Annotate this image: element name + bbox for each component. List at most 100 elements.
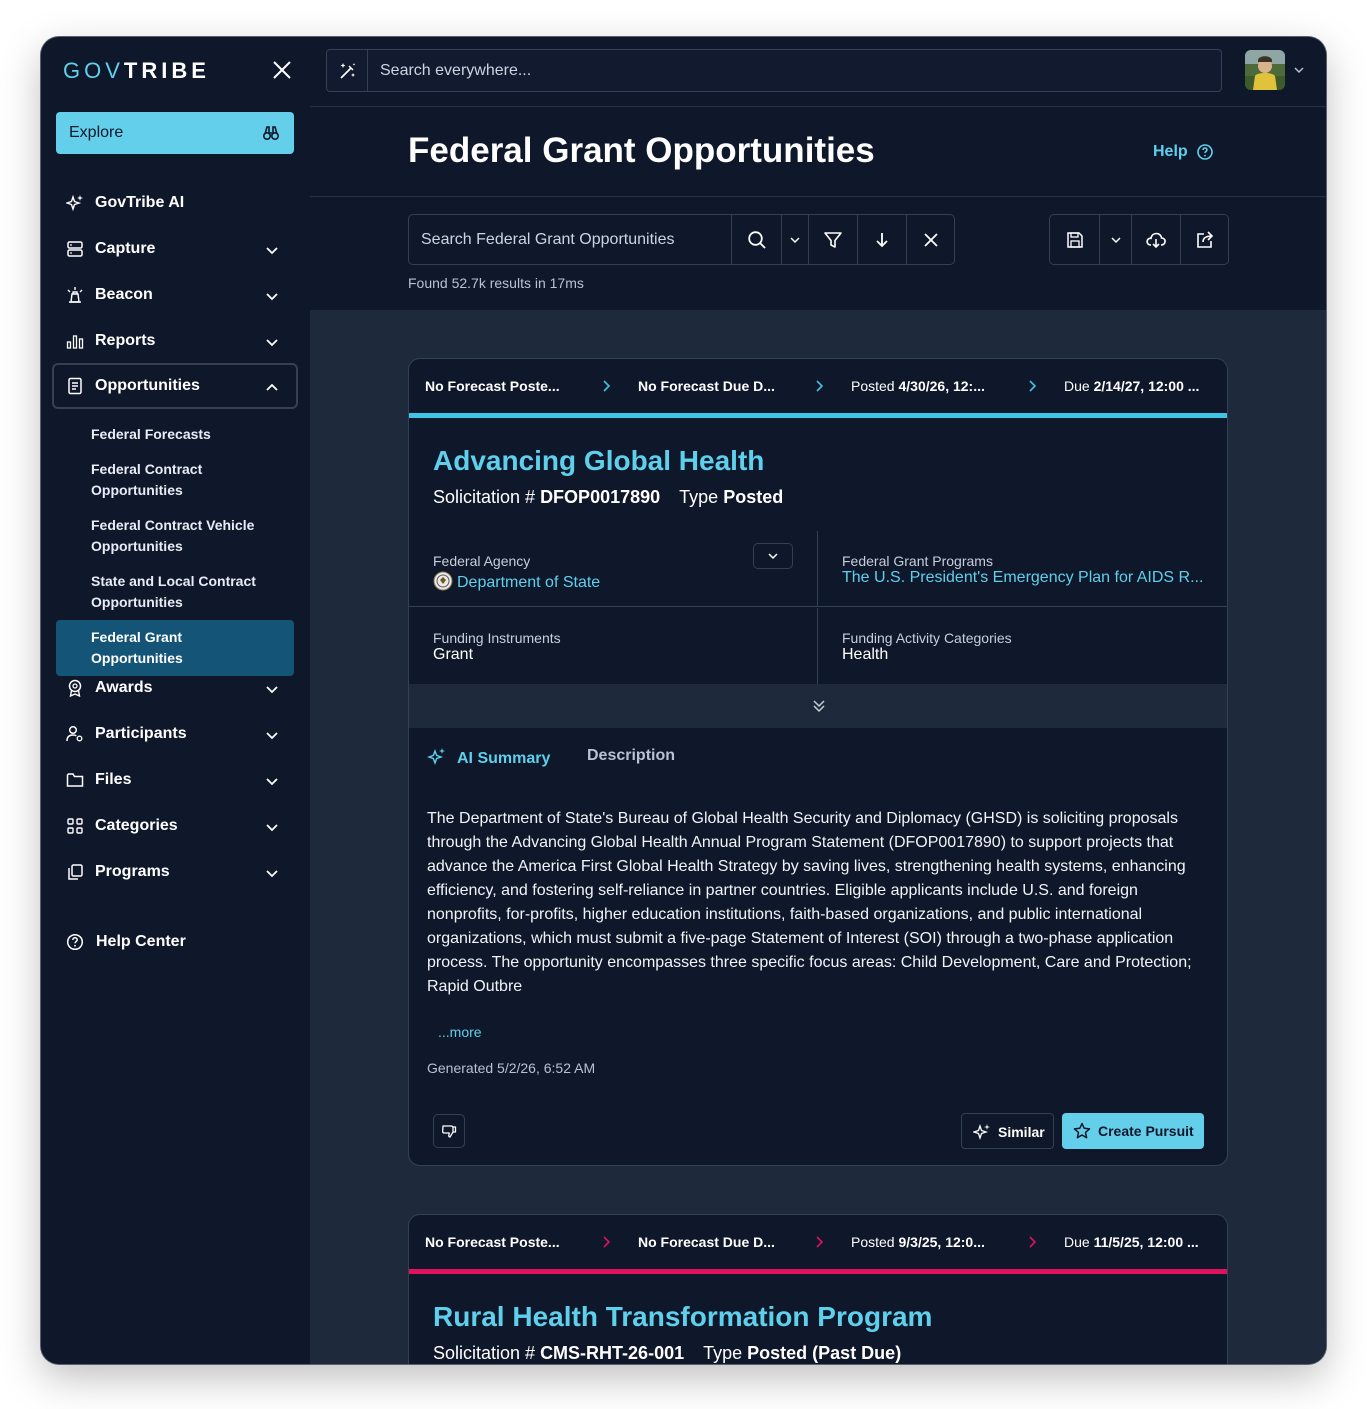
save-options-dropdown[interactable] bbox=[1099, 215, 1131, 264]
explore-label: Explore bbox=[69, 124, 124, 141]
nav-label: Files bbox=[95, 771, 132, 788]
chevron-right-icon bbox=[1029, 1236, 1037, 1248]
federal-agency-cell: Federal Agency Department of State bbox=[409, 531, 818, 607]
nav-label: Help Center bbox=[96, 933, 186, 950]
ai-summary-text: The Department of State's Bureau of Glob… bbox=[427, 810, 1192, 995]
nav-label: Capture bbox=[95, 240, 156, 257]
account-menu-chevron-icon[interactable] bbox=[1293, 64, 1305, 76]
nav-label: Categories bbox=[95, 817, 178, 834]
timeline-step-due: Due 2/14/27, 12:00 ... bbox=[1064, 378, 1200, 394]
field-value: Grant bbox=[433, 646, 474, 663]
nav-help-center[interactable]: Help Center bbox=[52, 919, 298, 965]
chevron-down-icon bbox=[266, 686, 278, 694]
chevron-right-icon bbox=[603, 380, 611, 392]
help-link[interactable]: Help bbox=[1153, 143, 1213, 161]
results-count: Found 52.7k results in 17ms bbox=[408, 275, 584, 291]
help-label: Help bbox=[1153, 143, 1188, 160]
create-pursuit-button[interactable]: Create Pursuit bbox=[1062, 1113, 1204, 1149]
agency-link[interactable]: Department of State bbox=[433, 571, 600, 592]
copy-icon bbox=[68, 864, 83, 880]
nav-categories[interactable]: Categories bbox=[52, 803, 298, 849]
similar-button[interactable]: Similar bbox=[961, 1113, 1054, 1149]
search-button[interactable] bbox=[731, 215, 781, 264]
type-value: Posted (Past Due) bbox=[747, 1343, 902, 1363]
nav-files[interactable]: Files bbox=[52, 757, 298, 803]
field-label: Federal Grant Programs bbox=[842, 553, 993, 569]
type-value: Posted bbox=[723, 487, 784, 507]
sparkles-icon bbox=[426, 748, 445, 766]
govtribe-logo[interactable]: GOVTRIBE bbox=[63, 58, 210, 84]
subnav-federal-contract-vehicle-opportunities[interactable]: Federal Contract Vehicle Opportunities bbox=[91, 515, 291, 557]
chevron-down-icon bbox=[768, 553, 778, 560]
funding-categories-cell: Funding Activity Categories Health bbox=[818, 608, 1227, 684]
award-icon bbox=[68, 679, 82, 697]
share-button[interactable] bbox=[1180, 215, 1228, 264]
chevron-down-icon bbox=[1110, 236, 1121, 243]
timeline-step-posted: Posted 9/3/25, 12:0... bbox=[851, 1234, 985, 1250]
user-avatar[interactable] bbox=[1245, 50, 1285, 90]
solicitation-number: DFOP0017890 bbox=[540, 487, 661, 507]
nav-govtribe-ai[interactable]: GovTribe AI bbox=[52, 180, 298, 226]
nav-reports[interactable]: Reports bbox=[52, 318, 298, 364]
solicitation-line: Solicitation # CMS-RHT-26-001 Type Poste… bbox=[433, 1343, 902, 1363]
nav-opportunities[interactable]: Opportunities bbox=[52, 363, 298, 409]
share-icon bbox=[1196, 230, 1213, 248]
chevron-down-icon bbox=[266, 247, 278, 255]
sort-button[interactable] bbox=[857, 215, 906, 264]
filter-button[interactable] bbox=[808, 215, 857, 264]
help-circle-icon bbox=[1197, 144, 1213, 160]
nav-beacon[interactable]: Beacon bbox=[52, 272, 298, 318]
explore-button[interactable]: Explore bbox=[56, 112, 294, 154]
sparkles-icon bbox=[973, 1123, 990, 1141]
global-search bbox=[326, 49, 1222, 92]
global-search-input[interactable] bbox=[369, 50, 1209, 91]
grant-search-input[interactable] bbox=[409, 215, 731, 264]
topbar bbox=[310, 37, 1326, 107]
opportunity-title[interactable]: Advancing Global Health bbox=[433, 445, 764, 477]
search-icon bbox=[747, 230, 766, 249]
tab-description[interactable]: Description bbox=[587, 747, 675, 765]
chevron-down-icon bbox=[266, 824, 278, 832]
clear-search-button[interactable] bbox=[906, 215, 954, 264]
nav-label: Reports bbox=[95, 332, 156, 349]
result-actions-bar bbox=[1049, 214, 1229, 265]
timeline-step-forecast-posted: No Forecast Poste... bbox=[425, 1234, 560, 1250]
app-window: GOVTRIBE Explore GovTribe AI Capture Bea… bbox=[41, 37, 1326, 1364]
opportunity-title[interactable]: Rural Health Transformation Program bbox=[433, 1301, 932, 1333]
download-button[interactable] bbox=[1131, 215, 1180, 264]
nav-awards[interactable]: Awards bbox=[52, 665, 298, 711]
thumbs-down-button[interactable] bbox=[433, 1114, 465, 1148]
chevron-down-icon bbox=[790, 236, 800, 243]
agency-seal-icon bbox=[433, 571, 453, 591]
subnav-federal-contract-opportunities[interactable]: Federal Contract Opportunities bbox=[91, 459, 291, 501]
ai-search-button[interactable] bbox=[327, 50, 368, 91]
agency-expand-button[interactable] bbox=[753, 543, 793, 569]
thumbs-down-icon bbox=[442, 1125, 457, 1138]
show-more-link[interactable]: ...more bbox=[438, 1024, 482, 1040]
magic-wand-icon bbox=[340, 63, 356, 79]
close-sidebar-icon[interactable] bbox=[271, 59, 293, 81]
nav-label: Opportunities bbox=[95, 377, 200, 394]
solicitation-number: CMS-RHT-26-001 bbox=[540, 1343, 685, 1363]
subnav-federal-forecasts[interactable]: Federal Forecasts bbox=[91, 424, 291, 445]
chevron-down-icon bbox=[266, 870, 278, 878]
field-value: Health bbox=[842, 646, 889, 663]
chevron-right-icon bbox=[603, 1236, 611, 1248]
beacon-icon bbox=[67, 287, 83, 303]
timeline-step-forecast-due: No Forecast Due D... bbox=[638, 378, 775, 394]
nav-programs[interactable]: Programs bbox=[52, 849, 298, 895]
timeline-step-forecast-posted: No Forecast Poste... bbox=[425, 378, 560, 394]
program-link[interactable]: The U.S. President's Emergency Plan for … bbox=[842, 569, 1203, 587]
tab-ai-summary[interactable]: AI Summary bbox=[426, 747, 550, 768]
nav-capture[interactable]: Capture bbox=[52, 226, 298, 272]
nav-label: Awards bbox=[95, 679, 153, 696]
save-search-button[interactable] bbox=[1050, 215, 1099, 264]
chevron-down-icon bbox=[266, 339, 278, 347]
nav-participants[interactable]: Participants bbox=[52, 711, 298, 757]
nav-label: Programs bbox=[95, 863, 170, 880]
status-accent-bar bbox=[409, 413, 1227, 418]
subnav-state-local-contract-opportunities[interactable]: State and Local Contract Opportunities bbox=[91, 571, 291, 613]
expand-details-bar[interactable] bbox=[409, 684, 1227, 728]
search-options-dropdown[interactable] bbox=[781, 215, 808, 264]
chevron-down-icon bbox=[266, 778, 278, 786]
